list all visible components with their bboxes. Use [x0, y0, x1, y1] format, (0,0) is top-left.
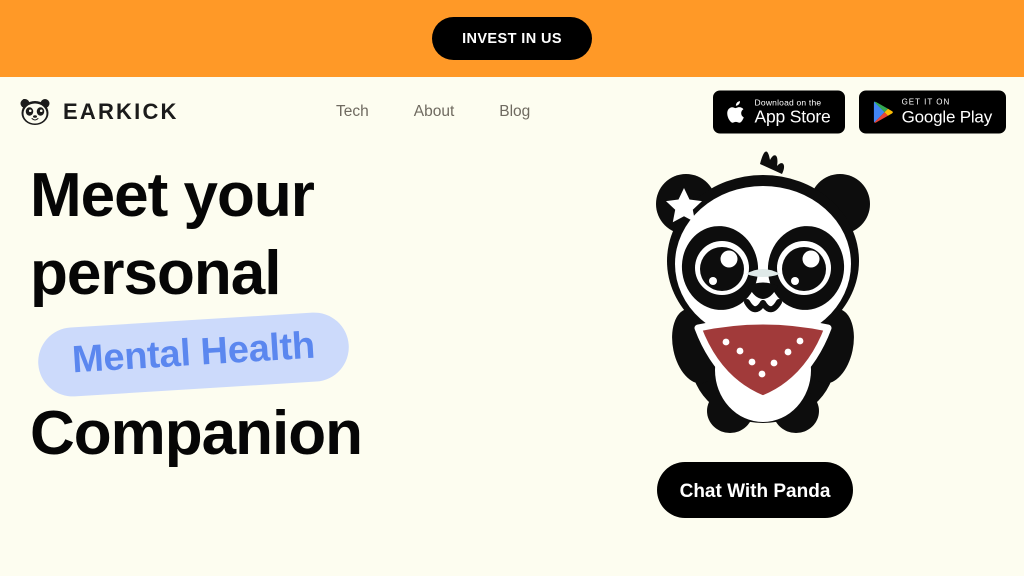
- hero-section: Meet your personal Mental Health Compani…: [0, 147, 1024, 576]
- headline-line-3: Companion: [30, 399, 363, 468]
- apple-logo-icon: [726, 100, 744, 123]
- invest-in-us-button[interactable]: INVEST IN US: [432, 17, 592, 60]
- announcement-banner: INVEST IN US: [0, 0, 1024, 77]
- google-play-badge[interactable]: GET IT ON Google Play: [858, 90, 1006, 134]
- nav-link-about[interactable]: About: [414, 103, 455, 121]
- panda-head-icon: [20, 99, 50, 125]
- hero-copy: Meet your personal Mental Health Compani…: [30, 157, 500, 473]
- app-store-badge-subtitle: Download on the: [754, 97, 822, 107]
- main-navigation: EARKICK Tech About Blog Download on the …: [0, 77, 1024, 147]
- store-badges: Download on the App Store GET IT ON Goog…: [712, 90, 1006, 134]
- headline-line-2: personal: [30, 239, 281, 308]
- headline-line-1: Meet your: [30, 161, 315, 230]
- nav-link-tech[interactable]: Tech: [336, 103, 369, 121]
- nav-link-blog[interactable]: Blog: [499, 103, 530, 121]
- headline-highlight-wrap: Mental Health: [30, 310, 500, 398]
- chat-with-panda-button[interactable]: Chat With Panda: [657, 462, 853, 518]
- app-store-badge[interactable]: Download on the App Store: [712, 90, 845, 134]
- brand-name: EARKICK: [63, 99, 179, 124]
- panda-mascot-illustration: [656, 151, 870, 433]
- nav-links: Tech About Blog: [336, 77, 530, 147]
- google-play-badge-title: Google Play: [901, 107, 993, 127]
- mental-health-highlight: Mental Health: [36, 310, 351, 398]
- google-play-icon: [873, 101, 893, 123]
- brand-logo[interactable]: EARKICK: [18, 97, 179, 127]
- app-store-badge-title: App Store: [754, 106, 831, 127]
- google-play-badge-subtitle: GET IT ON: [901, 97, 951, 107]
- hero-mascot-area: Chat With Panda: [640, 147, 880, 576]
